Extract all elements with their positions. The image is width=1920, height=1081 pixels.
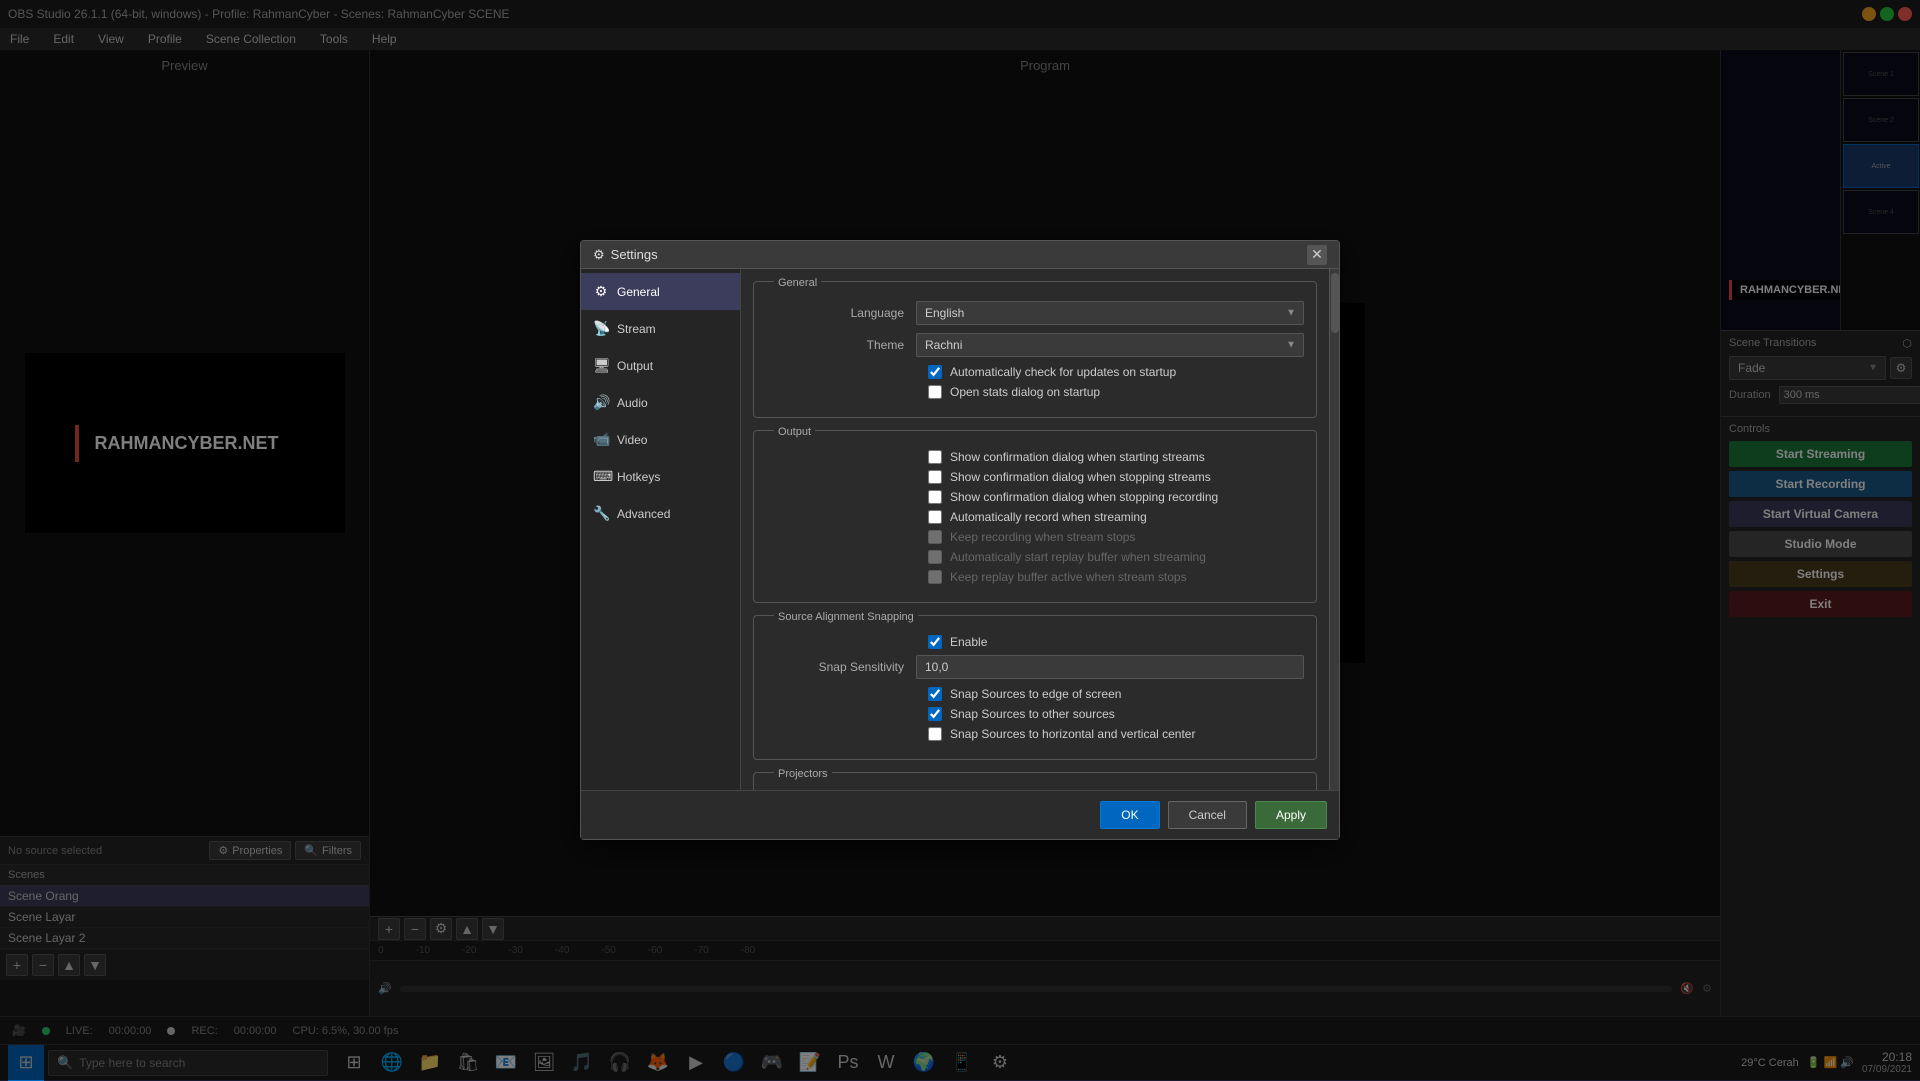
modal-scrollbar[interactable]	[1329, 269, 1339, 790]
auto-record-label: Automatically record when streaming	[950, 510, 1147, 524]
snap-enable-checkbox[interactable]	[928, 635, 942, 649]
hotkeys-nav-icon: ⌨	[593, 468, 609, 485]
confirm-stop-rec-row: Show confirmation dialog when stopping r…	[928, 490, 1304, 504]
snap-sensitivity-input[interactable]	[916, 655, 1304, 679]
snap-section: Source Alignment Snapping Enable Snap Se…	[753, 615, 1317, 760]
confirm-stop-rec-checkbox[interactable]	[928, 490, 942, 504]
general-section: General Language English Indonesian Deut…	[753, 281, 1317, 418]
general-nav-icon: ⚙	[593, 283, 609, 300]
confirm-start-row: Show confirmation dialog when starting s…	[928, 450, 1304, 464]
auto-check-label: Automatically check for updates on start…	[950, 365, 1176, 379]
snap-other-label: Snap Sources to other sources	[950, 707, 1115, 721]
snap-edge-label: Snap Sources to edge of screen	[950, 687, 1121, 701]
nav-advanced[interactable]: 🔧 Advanced	[581, 495, 740, 532]
output-section-content: Show confirmation dialog when starting s…	[766, 450, 1304, 584]
video-nav-icon: 📹	[593, 431, 609, 448]
output-section: Output Show confirmation dialog when sta…	[753, 430, 1317, 603]
auto-check-row: Automatically check for updates on start…	[928, 365, 1304, 379]
snap-sensitivity-wrapper	[916, 655, 1304, 679]
auto-check-checkbox[interactable]	[928, 365, 942, 379]
language-row: Language English Indonesian Deutsch	[766, 301, 1304, 325]
confirm-start-label: Show confirmation dialog when starting s…	[950, 450, 1205, 464]
confirm-stop-checkbox[interactable]	[928, 470, 942, 484]
nav-general[interactable]: ⚙ General	[581, 273, 740, 310]
auto-replay-label: Automatically start replay buffer when s…	[950, 550, 1206, 564]
keep-replay-checkbox[interactable]	[928, 570, 942, 584]
stream-nav-icon: 📡	[593, 320, 609, 337]
snap-center-row: Snap Sources to horizontal and vertical …	[928, 727, 1304, 741]
theme-select[interactable]: Rachni Dark Light	[916, 333, 1304, 357]
snap-edge-row: Snap Sources to edge of screen	[928, 687, 1304, 701]
theme-row: Theme Rachni Dark Light	[766, 333, 1304, 357]
nav-audio[interactable]: 🔊 Audio	[581, 384, 740, 421]
modal-close-button[interactable]: ✕	[1307, 245, 1327, 265]
auto-replay-row: Automatically start replay buffer when s…	[928, 550, 1304, 564]
settings-modal: ⚙ Settings ✕ ⚙ General 📡 Stream 🖥 Output	[580, 240, 1340, 840]
snap-sensitivity-row: Snap Sensitivity	[766, 655, 1304, 679]
snap-enable-row: Enable	[928, 635, 1304, 649]
theme-label: Theme	[766, 338, 916, 352]
general-section-title: General	[774, 277, 821, 289]
snap-center-checkbox[interactable]	[928, 727, 942, 741]
snap-enable-label: Enable	[950, 635, 987, 649]
language-label: Language	[766, 306, 916, 320]
language-select-wrapper: English Indonesian Deutsch	[916, 301, 1304, 325]
open-stats-row: Open stats dialog on startup	[928, 385, 1304, 399]
confirm-start-checkbox[interactable]	[928, 450, 942, 464]
modal-titlebar: ⚙ Settings ✕	[581, 241, 1339, 269]
snap-center-label: Snap Sources to horizontal and vertical …	[950, 727, 1195, 741]
ok-button[interactable]: OK	[1100, 801, 1159, 829]
nav-stream[interactable]: 📡 Stream	[581, 310, 740, 347]
open-stats-label: Open stats dialog on startup	[950, 385, 1100, 399]
audio-nav-icon: 🔊	[593, 394, 609, 411]
keep-replay-label: Keep replay buffer active when stream st…	[950, 570, 1187, 584]
modal-content: General Language English Indonesian Deut…	[741, 269, 1329, 790]
confirm-stop-row: Show confirmation dialog when stopping s…	[928, 470, 1304, 484]
modal-overlay: ⚙ Settings ✕ ⚙ General 📡 Stream 🖥 Output	[0, 0, 1920, 1080]
auto-record-checkbox[interactable]	[928, 510, 942, 524]
confirm-stop-rec-label: Show confirmation dialog when stopping r…	[950, 490, 1218, 504]
keep-recording-row: Keep recording when stream stops	[928, 530, 1304, 544]
apply-button[interactable]: Apply	[1255, 801, 1327, 829]
modal-sidebar: ⚙ General 📡 Stream 🖥 Output 🔊 Audio 📹	[581, 269, 741, 790]
general-section-content: Language English Indonesian Deutsch Them…	[766, 301, 1304, 399]
settings-gear-icon: ⚙	[593, 247, 605, 263]
snap-other-checkbox[interactable]	[928, 707, 942, 721]
projectors-section: Projectors Hide cursor over projectors M…	[753, 772, 1317, 790]
nav-hotkeys[interactable]: ⌨ Hotkeys	[581, 458, 740, 495]
nav-output[interactable]: 🖥 Output	[581, 347, 740, 384]
output-section-title: Output	[774, 426, 815, 438]
cancel-button[interactable]: Cancel	[1168, 801, 1247, 829]
snap-section-title: Source Alignment Snapping	[774, 611, 918, 623]
modal-footer: OK Cancel Apply	[581, 790, 1339, 839]
auto-record-row: Automatically record when streaming	[928, 510, 1304, 524]
snap-other-row: Snap Sources to other sources	[928, 707, 1304, 721]
keep-recording-checkbox[interactable]	[928, 530, 942, 544]
open-stats-checkbox[interactable]	[928, 385, 942, 399]
snap-sensitivity-label: Snap Sensitivity	[766, 660, 916, 674]
nav-video[interactable]: 📹 Video	[581, 421, 740, 458]
snap-section-content: Enable Snap Sensitivity Snap Sources to …	[766, 635, 1304, 741]
confirm-stop-label: Show confirmation dialog when stopping s…	[950, 470, 1211, 484]
modal-title: ⚙ Settings	[593, 247, 658, 263]
keep-recording-label: Keep recording when stream stops	[950, 530, 1135, 544]
theme-select-wrapper: Rachni Dark Light	[916, 333, 1304, 357]
keep-replay-row: Keep replay buffer active when stream st…	[928, 570, 1304, 584]
output-nav-icon: 🖥	[593, 357, 609, 374]
snap-edge-checkbox[interactable]	[928, 687, 942, 701]
advanced-nav-icon: 🔧	[593, 505, 609, 522]
auto-replay-checkbox[interactable]	[928, 550, 942, 564]
language-select[interactable]: English Indonesian Deutsch	[916, 301, 1304, 325]
projectors-section-title: Projectors	[774, 768, 832, 780]
modal-body: ⚙ General 📡 Stream 🖥 Output 🔊 Audio 📹	[581, 269, 1339, 790]
